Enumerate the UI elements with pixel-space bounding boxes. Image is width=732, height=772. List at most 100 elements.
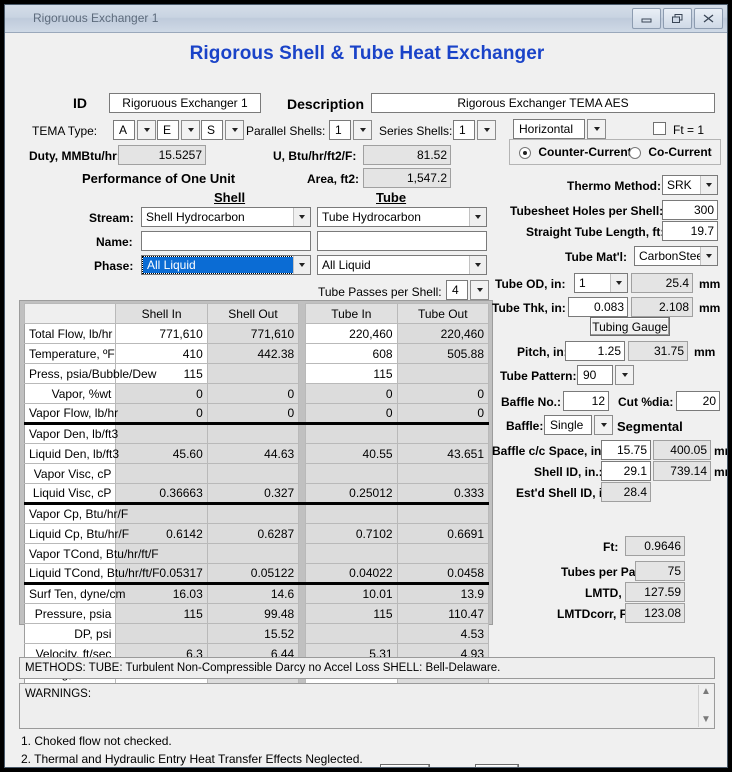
chevron-down-icon[interactable] — [469, 256, 486, 274]
co-current-radio[interactable]: Co-Current — [629, 145, 712, 159]
table-cell: 771,610 — [206, 323, 300, 344]
methods-box: METHODS: TUBE: Turbulent Non-Compressibl… — [19, 657, 715, 679]
tube-stream-combo[interactable]: Tube Hydrocarbon — [317, 207, 487, 227]
table-cell[interactable]: 115 — [305, 363, 398, 384]
warnings-scrollbar[interactable]: ▲ ▼ — [698, 685, 713, 727]
baffle-cc-space-input[interactable] — [601, 440, 651, 460]
radio-indicator[interactable] — [629, 146, 641, 159]
checkbox-box[interactable] — [653, 122, 666, 136]
chevron-down-icon[interactable] — [594, 415, 613, 435]
stream-properties-grid[interactable]: Shell In Shell Out Tube In Tube Out Total Fl… — [19, 300, 493, 684]
chevron-down-icon[interactable] — [700, 176, 717, 194]
radio-indicator[interactable] — [519, 146, 531, 159]
column-group-separator — [298, 583, 306, 604]
pitch-label: Pitch, in: — [517, 345, 568, 359]
baffle-label: Baffle: — [506, 419, 544, 433]
u-value — [363, 145, 451, 165]
tema-type-3-combo[interactable]: S — [201, 120, 244, 140]
chevron-down-icon[interactable] — [610, 274, 627, 292]
tube-pattern-combo[interactable]: 90 — [577, 365, 634, 385]
straight-tube-length-input[interactable] — [662, 221, 718, 241]
baffle-combo[interactable]: Single — [544, 415, 613, 435]
orientation-combo[interactable]: Horizontal — [513, 119, 606, 139]
baffle-no-input[interactable] — [563, 391, 609, 411]
chevron-down-icon[interactable] — [137, 120, 156, 140]
ft-checkbox[interactable] — [653, 121, 666, 136]
help-button[interactable]: Help — [475, 764, 519, 767]
table-cell — [396, 503, 490, 524]
tube-od-combo[interactable]: 1 — [574, 273, 628, 293]
pitch-input[interactable] — [565, 341, 625, 361]
id-input[interactable] — [109, 93, 261, 113]
chevron-down-icon[interactable] — [293, 256, 310, 274]
table-row: Pressure, psia 115 99.48 115 110.47 — [23, 603, 490, 624]
table-cell[interactable]: 608 — [305, 343, 398, 364]
baffle-no-label: Baffle No.: — [501, 395, 561, 409]
table-row: Vapor Cp, Btu/hr/F — [23, 503, 490, 524]
tubing-gauge-button[interactable]: Tubing Gauge — [590, 317, 670, 336]
table-row: Vapor Flow, lb/hr 0 0 0 0 — [23, 403, 490, 425]
tube-column-header: Tube — [376, 190, 407, 205]
table-cell: 0 — [396, 383, 490, 404]
chevron-down-icon[interactable] — [700, 247, 717, 265]
parallel-shells-combo[interactable]: 1 — [329, 120, 372, 140]
ft-equals-label: Ft = 1 — [673, 123, 705, 137]
tubesheet-holes-input[interactable] — [662, 200, 718, 220]
chevron-up-icon[interactable]: ▲ — [701, 687, 711, 697]
series-shells-value: 1 — [453, 120, 475, 140]
window-title-bar: Rigoruous Exchanger 1 — [5, 5, 727, 33]
thermo-method-value: SRK — [667, 178, 692, 192]
tube-passes-value: 4 — [446, 280, 468, 300]
chevron-down-icon[interactable] — [477, 120, 496, 140]
table-cell: 0.04022 — [305, 563, 398, 585]
description-input[interactable] — [371, 93, 715, 113]
table-cell — [206, 543, 300, 564]
tube-phase-combo[interactable]: All Liquid — [317, 255, 487, 275]
tema-type-1-combo[interactable]: A — [113, 120, 156, 140]
form-content: Rigorous Shell & Tube Heat Exchanger ID … — [5, 33, 727, 767]
chevron-down-icon[interactable] — [225, 120, 244, 140]
delete-button[interactable]: Delete — [380, 764, 430, 767]
application-window: Rigoruous Exchanger 1 Rigorous Shell & T… — [4, 4, 728, 768]
table-cell — [206, 463, 300, 484]
chevron-down-icon[interactable] — [470, 280, 489, 300]
table-cell[interactable]: 771,610 — [115, 323, 208, 344]
chevron-down-icon[interactable] — [615, 365, 634, 385]
warnings-box[interactable]: WARNINGS: ▲ ▼ — [19, 683, 715, 729]
table-cell[interactable]: 220,460 — [305, 323, 398, 344]
table-row-label: Liquid Visc, cP — [23, 483, 117, 505]
table-cell — [305, 543, 398, 564]
chevron-down-icon[interactable] — [587, 119, 606, 139]
shell-phase-combo[interactable]: All Liquid — [141, 255, 311, 275]
cut-dia-input[interactable] — [676, 391, 720, 411]
close-button[interactable] — [694, 8, 723, 29]
counter-current-radio[interactable]: Counter-Current — [519, 145, 632, 159]
tube-name-input[interactable] — [317, 231, 487, 251]
chevron-down-icon[interactable] — [293, 208, 310, 226]
tube-thk-input[interactable] — [568, 297, 628, 317]
thermo-method-combo[interactable]: SRK — [662, 175, 718, 195]
minimize-button[interactable] — [632, 8, 661, 29]
table-cell — [115, 623, 208, 644]
tube-matl-combo[interactable]: CarbonSteel — [634, 246, 718, 266]
chevron-down-icon[interactable] — [469, 208, 486, 226]
shell-stream-combo[interactable]: Shell Hydrocarbon — [141, 207, 311, 227]
chevron-down-icon[interactable]: ▼ — [701, 715, 711, 725]
table-cell: 13.9 — [396, 583, 490, 604]
table-cell — [396, 363, 490, 384]
tema-type-2-combo[interactable]: E — [157, 120, 200, 140]
table-cell: 45.60 — [115, 443, 208, 464]
series-shells-combo[interactable]: 1 — [453, 120, 496, 140]
id-label: ID — [73, 95, 87, 111]
table-cell — [396, 543, 490, 564]
chevron-down-icon[interactable] — [181, 120, 200, 140]
baffle-value: Single — [544, 415, 592, 435]
shell-id-input[interactable] — [601, 461, 651, 481]
tube-passes-combo[interactable]: 4 — [446, 280, 489, 300]
table-row-label: Vapor TCond, Btu/hr/ft/F — [23, 543, 159, 564]
restore-button[interactable] — [663, 8, 692, 29]
table-cell[interactable]: 410 — [115, 343, 208, 364]
column-group-separator — [298, 543, 306, 564]
chevron-down-icon[interactable] — [353, 120, 372, 140]
shell-name-input[interactable] — [141, 231, 311, 251]
